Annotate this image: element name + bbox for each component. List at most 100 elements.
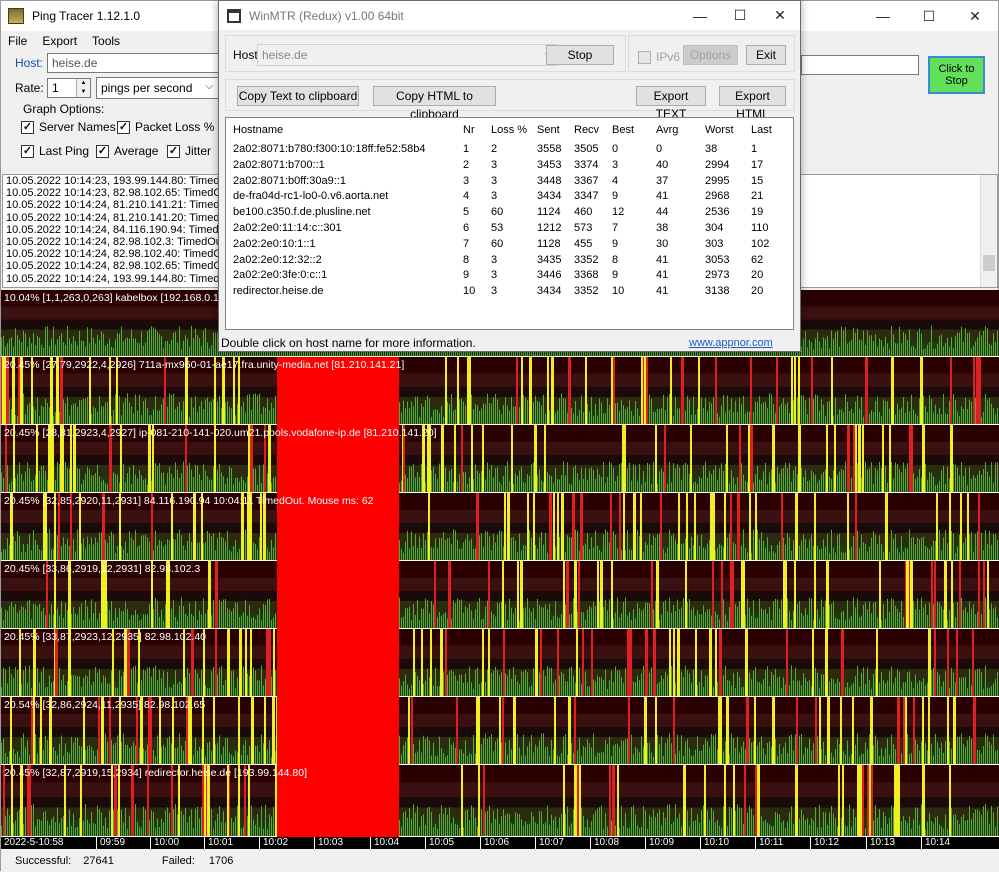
ping-bar	[429, 740, 430, 764]
host-input-extended[interactable]	[801, 55, 919, 75]
export-text-button[interactable]: Export TEXT	[636, 86, 706, 121]
graph-strip[interactable]: 20.54% [32,86,2924,11,2935] 82.98.102.65	[1, 697, 999, 765]
column-header[interactable]: Best	[612, 124, 634, 136]
average-checkbox[interactable]: ✓ Average	[96, 144, 158, 158]
timeout-marker	[502, 697, 504, 764]
menu-file[interactable]: File	[1, 34, 35, 48]
maximize-button[interactable]: ☐	[906, 1, 952, 31]
ping-bar	[777, 677, 778, 696]
ping-bar	[221, 408, 222, 424]
graph-strip[interactable]: 20.45% [28,81,2923,4,2927] ip-081-210-14…	[1, 425, 999, 493]
winmtr-minimize-button[interactable]: —	[680, 1, 720, 30]
graph-strip[interactable]: 20.45% [33,86,2919,12,2931] 82.98.102.3	[1, 561, 999, 629]
copy-text-button[interactable]: Copy Text to clipboard	[237, 86, 359, 106]
ping-bar	[33, 530, 34, 560]
ping-bar	[717, 819, 718, 836]
ping-bar	[723, 471, 724, 492]
table-row[interactable]: 2a02:8071:b780:f300:10:18ff:fe52:58b4 1 2 3…	[226, 142, 793, 158]
ping-bar	[547, 666, 548, 696]
table-row[interactable]: 2a02:8071:b0ff:30a9::1 3 3 3448 3367 4 37 2995 1…	[226, 174, 793, 190]
server-names-checkbox[interactable]: ✓ Server Names	[21, 120, 116, 134]
jitter-checkbox[interactable]: ✓ Jitter	[167, 144, 211, 158]
table-row[interactable]: 2a02:8071:b700::1 2 3 3453 3374 3 40 2994 17	[226, 158, 793, 174]
ping-bar	[989, 398, 990, 424]
column-header[interactable]: Nr	[463, 124, 475, 136]
hops-table[interactable]: Hostname Nr Loss % Sent Recv Best Avrg Worst Las…	[225, 117, 794, 330]
ping-bar	[207, 743, 208, 764]
winmtr-host-input[interactable]: heise.de ⌵	[257, 44, 557, 66]
ping-bar	[593, 601, 594, 628]
graph-strip[interactable]: 20.45% [32,87,2919,15,2934] redirector.h…	[1, 765, 999, 837]
menu-export[interactable]: Export	[35, 34, 85, 48]
column-header[interactable]: Recv	[574, 124, 599, 136]
ping-bar	[233, 484, 234, 492]
ping-bar	[801, 809, 802, 836]
graph-strip[interactable]: 20.45% [32,85,2920,11,2931] 84.116.190.9…	[1, 493, 999, 561]
table-row[interactable]: redirector.heise.de 10 3 3434 3352 10 41 3138 20	[226, 284, 793, 300]
ping-bar	[89, 823, 90, 836]
ping-bar	[981, 753, 982, 764]
ping-bar	[183, 606, 184, 628]
ipv6-checkbox[interactable]: IPv6	[638, 50, 680, 64]
column-header[interactable]: Avrg	[656, 124, 678, 136]
rate-stepper[interactable]: 1 ▲ ▼	[47, 78, 91, 98]
exit-button[interactable]: Exit	[746, 45, 786, 65]
ping-bar	[137, 410, 138, 424]
timeout-marker	[411, 697, 413, 764]
last-ping-checkbox[interactable]: ✓ Last Ping	[21, 144, 89, 158]
ping-bar	[925, 743, 926, 764]
column-header[interactable]: Last	[751, 124, 772, 136]
table-row[interactable]: 2a02:2e0:3fe:0:c::1 9 3 3446 3368 9 41 2973 20	[226, 268, 793, 284]
ping-bar	[85, 548, 86, 560]
ping-bar	[829, 681, 830, 696]
ping-bar	[585, 827, 586, 836]
ping-graph-area[interactable]: 10.04% [1,1,263,0,263] kabelbox [192.168…	[1, 290, 999, 849]
close-button[interactable]: ✕	[952, 1, 998, 31]
minimize-button[interactable]: —	[860, 1, 906, 31]
graph-strip[interactable]: 20.45% [27,79,2922,4,2926] 711a-mx960-01…	[1, 357, 999, 425]
ping-bar	[811, 598, 812, 628]
ping-bar	[929, 602, 930, 628]
appnor-link[interactable]: www.appnor.com	[689, 337, 773, 349]
menu-tools[interactable]: Tools	[85, 34, 128, 48]
ping-bar	[805, 747, 806, 764]
ping-bar	[585, 543, 586, 560]
click-to-stop-button[interactable]: Click to Stop	[928, 56, 985, 94]
rate-unit-select[interactable]: pings per second ⌵	[96, 77, 219, 99]
table-row[interactable]: 2a02:2e0:10:1::1 7 60 1128 455 9 30 303 102	[226, 237, 793, 253]
ping-bar	[561, 753, 562, 764]
column-header[interactable]: Hostname	[233, 124, 283, 136]
winmtr-close-button[interactable]: ✕	[760, 1, 800, 30]
ping-bar	[17, 751, 18, 764]
ping-bar	[887, 738, 888, 764]
table-row[interactable]: 2a02:2e0:11:14:c::301 6 53 1212 573 7 38 304 110	[226, 221, 793, 237]
time-tick-label: 10:11	[755, 837, 783, 849]
stop-button[interactable]: Stop	[546, 45, 614, 65]
ping-bar	[945, 483, 946, 492]
spin-arrows-icon[interactable]: ▲ ▼	[76, 79, 90, 97]
options-button[interactable]: Options	[683, 45, 738, 65]
winmtr-maximize-button[interactable]: ☐	[720, 1, 760, 30]
export-html-button[interactable]: Export HTML	[719, 86, 786, 121]
ping-bar	[547, 746, 548, 764]
ping-bar	[27, 543, 28, 560]
copy-html-button[interactable]: Copy HTML to clipboard	[373, 86, 496, 121]
ping-bar	[527, 824, 528, 836]
packet-loss-checkbox[interactable]: ✓ Packet Loss %	[117, 120, 214, 134]
ping-bar	[443, 671, 444, 696]
ping-bar	[129, 467, 130, 492]
column-header[interactable]: Sent	[537, 124, 560, 136]
scrollbar-thumb[interactable]	[983, 255, 995, 271]
column-header[interactable]: Worst	[705, 124, 734, 136]
column-header[interactable]: Loss %	[491, 124, 527, 136]
table-row[interactable]: be100.c350.f.de.plusline.net 5 60 1124 460 12…	[226, 205, 793, 221]
ping-bar	[119, 482, 120, 492]
graph-strip[interactable]: 20.45% [33,87,2923,12,2935] 82.98.102.40	[1, 629, 999, 697]
table-row[interactable]: de-fra04d-rc1-lo0-0.v6.aorta.net 4 3 3434 33…	[226, 189, 793, 205]
table-row[interactable]: 2a02:2e0:12:32::2 8 3 3435 3352 8 41 3053 62	[226, 253, 793, 269]
ping-bar	[831, 479, 832, 492]
log-scrollbar[interactable]	[980, 175, 997, 287]
ping-bar	[47, 479, 48, 492]
ping-bar	[545, 822, 546, 836]
host-input[interactable]: heise.de	[47, 53, 219, 73]
